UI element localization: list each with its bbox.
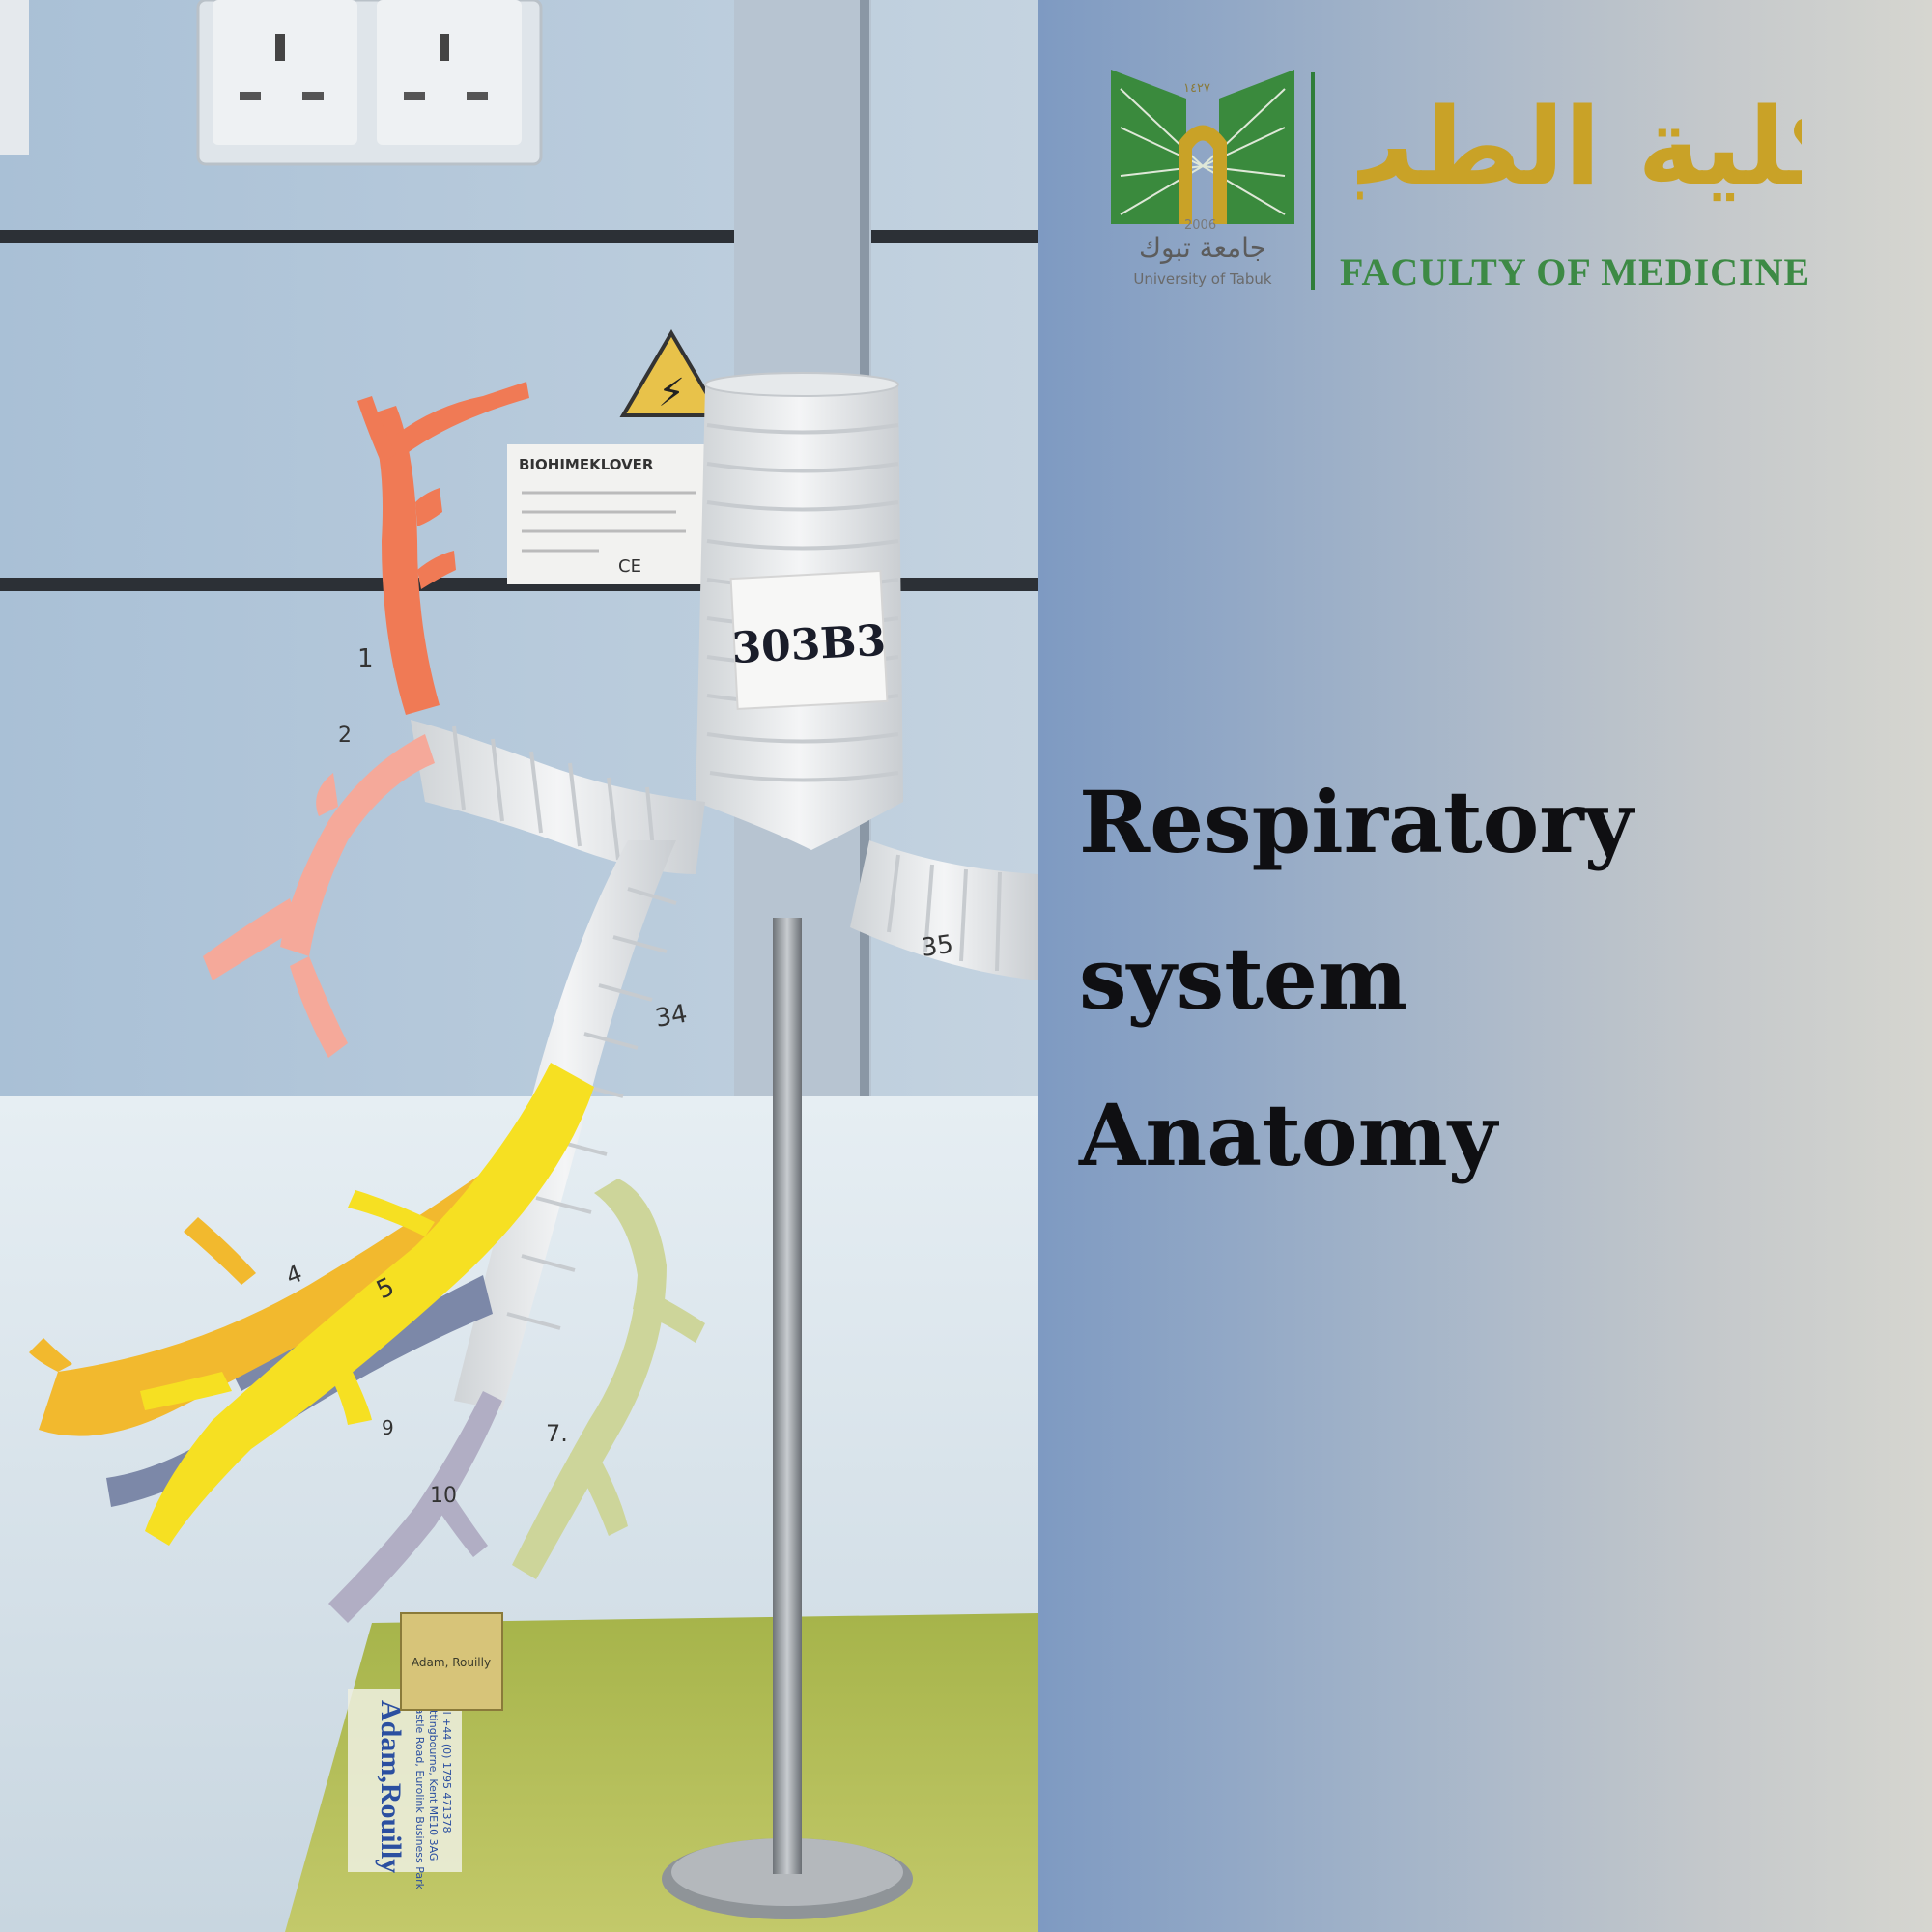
title-line-2: system — [1079, 928, 1407, 1029]
base-badge-text: Adam, Rouilly — [412, 1656, 491, 1669]
specimen-label-text: 303B3 — [730, 616, 887, 673]
segment-number-35: 35 — [920, 930, 955, 963]
base-label-city: Sittingbourne, Kent ME10 3AG — [427, 1700, 440, 1861]
segment-number-10: 10 — [430, 1484, 457, 1508]
base-label-brand: Adam,Rouilly — [375, 1700, 407, 1873]
svg-text:⚡: ⚡ — [658, 371, 685, 415]
university-name-arabic: جامعة تبوك — [1138, 232, 1267, 264]
faculty-calligraphy: كلية الطب — [1357, 85, 1802, 209]
faculty-name-arabic: كلية الطب — [1357, 85, 1802, 209]
bronchial-model-photo: ⚡ BIOHIMEKLOVER CE Adam,Rouilly Castle R… — [0, 0, 1038, 1932]
stand-pole — [773, 918, 802, 1874]
wall-sign-mark: CE — [618, 556, 641, 577]
logo-year-hijri: ١٤٢٧ — [1183, 81, 1210, 96]
university-name-english: University of Tabuk — [1133, 270, 1272, 288]
segment-number-7: 7. — [546, 1420, 568, 1447]
page-title: Respiratory system Anatomy — [1079, 744, 1910, 1213]
title-line-3: Anatomy — [1079, 1085, 1497, 1185]
title-panel: ١٤٢٧ 2006 جامعة تبوك University of Tabuk… — [1038, 0, 1932, 1932]
wall-sign-heading: BIOHIMEKLOVER — [519, 456, 654, 473]
wall-rail — [0, 230, 1038, 243]
base-label-phone: Tel +44 (0) 1795 471378 — [440, 1699, 453, 1833]
segment-number-9: 9 — [382, 1416, 394, 1439]
faculty-name-english: FACULTY OF MEDICINE — [1340, 250, 1811, 294]
logo-divider — [1311, 72, 1315, 290]
segment-number-2: 2 — [338, 724, 352, 748]
base-label-address: Castle Road, Eurolink Business Park — [413, 1700, 426, 1890]
logo-year: 2006 — [1184, 218, 1217, 233]
title-line-1: Respiratory — [1079, 772, 1634, 872]
segment-number-1: 1 — [357, 644, 374, 673]
segment-number-34: 34 — [653, 1000, 690, 1034]
